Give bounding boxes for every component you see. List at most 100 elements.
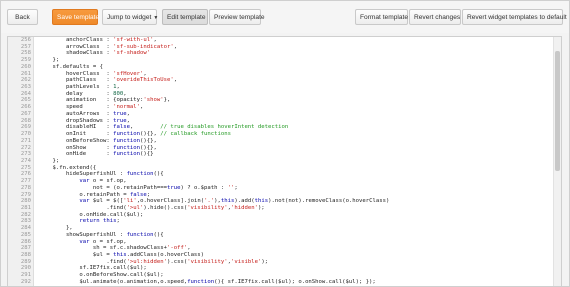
code-text: not = (o.retainPath===true) ? o.$path : … (39, 184, 238, 191)
line-number: 256 (20, 37, 31, 43)
code-line: 267 autoArrows : true, (8, 111, 561, 118)
code-line: 277 var o = sf.op, (8, 178, 561, 185)
code-text: speed : 'normal', (39, 104, 144, 111)
line-number: 259 (20, 57, 31, 64)
code-line: 275 $.fn.extend({ (8, 165, 561, 172)
code-text: $ul.animate(o.animation,o.speed,function… (39, 278, 376, 285)
code-line: 290 sf.IE7fix.call($ul); (8, 265, 561, 272)
line-number: 273 (20, 151, 31, 158)
code-line: 261 hoverClass : 'sfHover', (8, 71, 561, 78)
line-number: 291 (20, 272, 31, 279)
code-text: onShow : function(){}, (39, 144, 157, 151)
code-line: 291 o.onBeforeShow.call($ul); (8, 272, 561, 279)
code-text: arrowClass : 'sf-sub-indicator', (39, 43, 178, 50)
revert-changes-button[interactable]: Revert changes (409, 9, 461, 25)
line-number: 280 (20, 198, 31, 205)
chevron-down-icon: ▼ (153, 15, 159, 21)
code-line: 260 sf.defaults = { (8, 64, 561, 71)
line-number: 263 (20, 84, 31, 91)
code-text: hoverClass : 'sfHover', (39, 70, 147, 77)
format-template-button[interactable]: Format template (355, 9, 408, 25)
line-number: 279 (20, 191, 31, 198)
toolbar: Back Save template Jump to widget ▼ Edit … (1, 1, 569, 33)
line-number: 260 (20, 63, 31, 70)
code-line: 270 onInit : function(){}, // callback f… (8, 131, 561, 138)
line-number: 262 (20, 77, 31, 84)
code-line: 285 showSuperfishUl : function(){ (8, 232, 561, 239)
line-number: 271 (20, 137, 31, 144)
code-line: 286 var o = sf.op, (8, 239, 561, 246)
code-text: sf.defaults = { (39, 63, 103, 70)
code-text: onHide : function(){} (39, 151, 154, 158)
code-line: 268 dropShadows : true, (8, 118, 561, 125)
jump-to-widget-dropdown[interactable]: Jump to widget ▼ (102, 9, 159, 25)
code-text: var o = sf.op, (79, 238, 127, 245)
code-text: animation : {opacity:'show'}, (39, 97, 171, 104)
code-text: showSuperfishUl : function(){ (39, 231, 164, 238)
code-text: o.onBeforeShow.call($ul); (39, 272, 164, 279)
code-line: 263 pathLevels : 1, (8, 84, 561, 91)
save-template-button[interactable]: Save template (52, 9, 99, 25)
code-line: 278 not = (o.retainPath===true) ? o.$pat… (8, 185, 561, 192)
code-line: 258 shadowClass : 'sf-shadow' (8, 50, 561, 57)
code-line: 283 return this; (8, 218, 561, 225)
line-number: 288 (20, 252, 31, 258)
code-line: 284 }, (8, 225, 561, 232)
code-line: 281 .find('>ul').hide().css('visibility'… (8, 205, 561, 212)
code-line: 264 delay : 800, (8, 91, 561, 98)
code-content[interactable]: 256 anchorClass : 'sf-with-ul', 257 arrow… (8, 37, 561, 286)
line-number: 287 (20, 245, 31, 252)
code-text: o.retainPath = false; (39, 191, 151, 198)
code-text: .find('>ul').hide().css('visibility','hi… (39, 204, 265, 211)
scrollbar-thumb[interactable] (555, 51, 560, 171)
code-line: 257 arrowClass : 'sf-sub-indicator', (8, 44, 561, 51)
code-line: 289 .find('>ul:hidden').css('visibility'… (8, 259, 561, 266)
line-number: 266 (20, 104, 31, 111)
code-text: var o = sf.op, (79, 178, 127, 185)
code-text: pathClass : 'overideThisToUse', (39, 77, 178, 84)
revert-widget-templates-button[interactable]: Revert widget templates to default (462, 9, 567, 25)
preview-template-tab[interactable]: Preview template (209, 9, 265, 25)
line-number: 270 (20, 131, 31, 138)
line-number: 284 (20, 225, 31, 232)
code-editor[interactable]: 256 anchorClass : 'sf-with-ul', 257 arrow… (7, 36, 562, 286)
line-number: 281 (20, 204, 31, 211)
code-text: anchorClass : 'sf-with-ul', (39, 37, 157, 43)
code-text: onBeforeShow: function(){}, (39, 137, 157, 144)
code-text: }; (39, 57, 60, 64)
code-line: 280 var $ul = $(['li',o.hoverClass].join… (8, 198, 561, 205)
code-text: pathLevels : 1, (39, 84, 120, 91)
code-line: 273 onHide : function(){} (8, 151, 561, 158)
code-text: disableHI : false, // true disables hove… (39, 124, 289, 131)
code-text: delay : 800, (39, 90, 127, 97)
edit-template-tab[interactable]: Edit template (162, 9, 208, 25)
code-line: 265 animation : {opacity:'show'}, (8, 97, 561, 104)
line-number: 275 (20, 164, 31, 171)
line-number: 283 (20, 218, 31, 225)
code-text: o.onHide.call($ul); (39, 211, 144, 218)
line-number: 286 (20, 238, 31, 245)
line-number: 272 (20, 144, 31, 151)
line-number: 257 (20, 43, 31, 50)
line-number: 274 (20, 157, 31, 164)
code-line: 282 o.onHide.call($ul); (8, 212, 561, 219)
code-text: .find('>ul:hidden').css('visibility','vi… (39, 258, 269, 265)
code-text: var $ul = $(['li',o.hoverClass].join('.'… (79, 198, 390, 205)
template-editor-window: Back Save template Jump to widget ▼ Edit … (0, 0, 570, 287)
code-line: 274 }; (8, 158, 561, 165)
code-line: 271 onBeforeShow: function(){}, (8, 138, 561, 145)
code-line: 262 pathClass : 'overideThisToUse', (8, 77, 561, 84)
code-text: }; (39, 157, 60, 164)
line-number: 290 (20, 265, 31, 272)
line-number: 269 (20, 124, 31, 131)
code-line: 288 $ul = this.addClass(o.hoverClass) (8, 252, 561, 259)
vertical-scrollbar[interactable] (553, 37, 561, 286)
code-line: 276 hideSuperfishUl : function(){ (8, 171, 561, 178)
code-line: 259 }; (8, 57, 561, 64)
code-line: 292 $ul.animate(o.animation,o.speed,func… (8, 279, 561, 286)
code-text: shadowClass : 'sf-shadow' (39, 50, 151, 57)
line-number: 278 (20, 184, 31, 191)
line-number: 277 (20, 178, 31, 185)
line-number: 282 (20, 211, 31, 218)
back-button[interactable]: Back (7, 9, 38, 25)
